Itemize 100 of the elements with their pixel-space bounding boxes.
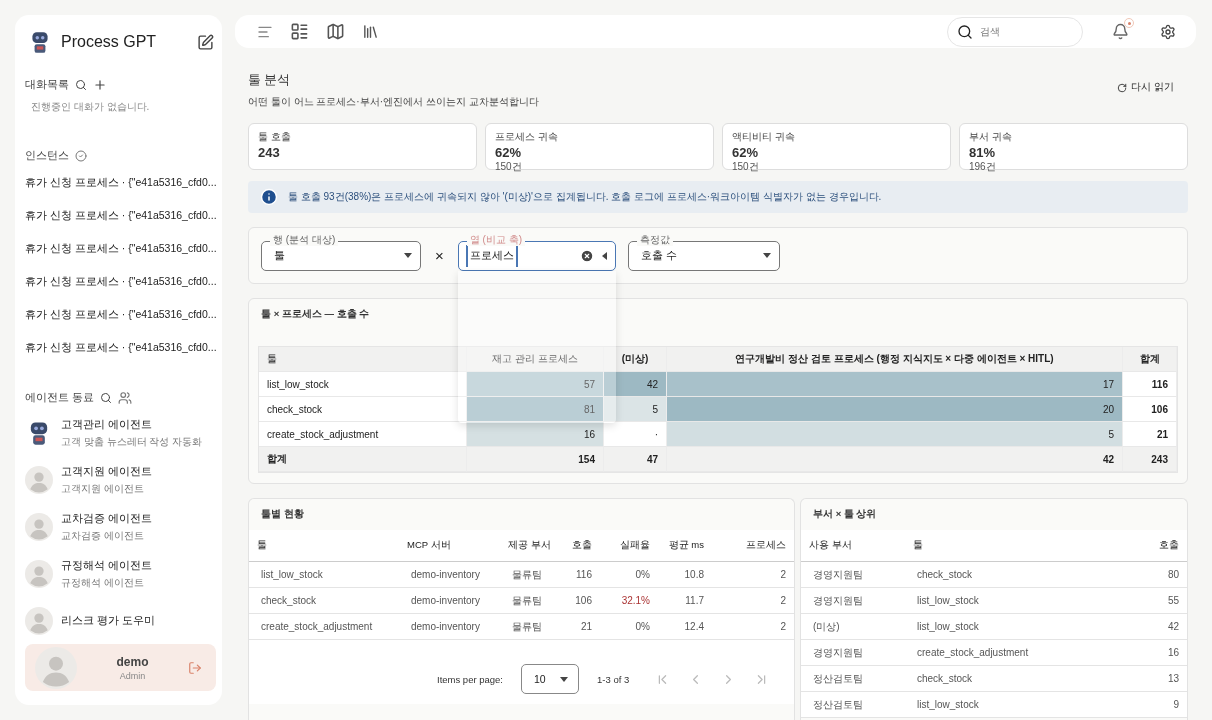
column-header: 평균 ms — [658, 530, 712, 562]
stat-count: 150건 — [732, 160, 760, 174]
instance-item[interactable]: 휴가 신청 프로세스 · {"e41a5316_cfd0... — [25, 208, 217, 222]
agent-description: 교차검증 에이전트 — [61, 528, 145, 543]
table-cell: list_low_stock — [905, 614, 1117, 640]
table-cell: demo-inventory — [399, 588, 500, 614]
pagination-label: Items per page: — [437, 673, 503, 685]
empty-message: 진행중인 대화가 없습니다. — [31, 100, 151, 114]
table-cell: 20 — [667, 397, 1123, 422]
section-title: 대화목록 — [25, 77, 69, 92]
reload-button[interactable]: 다시 읽기 — [1111, 80, 1180, 95]
table-cell: list_low_stock — [259, 372, 467, 397]
table-cell: check_stock — [259, 397, 467, 422]
table-cell: 9 — [1117, 692, 1187, 718]
column-header: 툴 — [259, 347, 467, 372]
column-header: 사용 부서 — [801, 530, 905, 562]
table-cell: 경영지원팀 — [801, 588, 905, 614]
agent-name[interactable]: 리스크 평가 도우미 — [61, 613, 156, 628]
table-cell: 물류팀 — [500, 562, 562, 588]
stat-value: 62% — [732, 145, 760, 160]
column-header: 호출 — [562, 530, 600, 562]
users-icon[interactable] — [118, 390, 133, 405]
table-cell: 32.1% — [600, 588, 658, 614]
user-role: Admin — [118, 670, 147, 681]
caret-icon — [601, 251, 607, 260]
table-cell: (미상) — [801, 614, 905, 640]
page-subtitle: 어떤 툴이 어느 프로세스·부서·엔진에서 쓰이는지 교차분석합니다 — [248, 95, 539, 109]
table-cell: 13 — [1117, 666, 1187, 692]
instance-item[interactable]: 휴가 신청 프로세스 · {"e41a5316_cfd0... — [25, 241, 217, 255]
times-symbol: × — [435, 247, 444, 264]
search-icon[interactable] — [75, 78, 87, 91]
agent-name[interactable]: 고객관리 에이전트 — [61, 416, 203, 432]
settings-icon[interactable] — [1160, 23, 1176, 40]
search-field[interactable]: 검색 — [947, 16, 1083, 47]
list-icon[interactable] — [290, 22, 309, 41]
panel-title: 툴별 현황 — [260, 507, 305, 521]
table-cell: 42 — [1117, 614, 1187, 640]
table-cell: 116 — [562, 562, 600, 588]
search-icon[interactable] — [100, 391, 113, 404]
column-header: 연구개발비 정산 검토 프로세스 (행정 지식지도 × 다중 에이전트 × HITL) — [667, 347, 1123, 372]
agent-name[interactable]: 고객지원 에이전트 — [61, 463, 153, 479]
caret-icon — [560, 676, 568, 682]
table-cell: list_low_stock — [905, 588, 1117, 614]
instance-item[interactable]: 휴가 신청 프로세스 · {"e41a5316_cfd0... — [25, 340, 217, 354]
column-header: (미상) — [604, 347, 667, 372]
table-cell: · — [604, 422, 667, 447]
clear-icon[interactable] — [579, 248, 594, 263]
table-cell: 55 — [1117, 588, 1187, 614]
table-cell: create_stock_adjustment — [259, 422, 467, 447]
table-cell: 5 — [667, 422, 1123, 447]
field-label: 열 (비교 축) — [466, 233, 525, 246]
app-name: Process GPT — [61, 33, 158, 51]
new-chat-button[interactable] — [197, 33, 214, 51]
stat-label: 부서 귀속 — [969, 130, 1013, 144]
table-cell: 2 — [712, 588, 794, 614]
instance-item[interactable]: 휴가 신청 프로세스 · {"e41a5316_cfd0... — [25, 307, 217, 321]
agent-name[interactable]: 교차검증 에이전트 — [61, 510, 153, 526]
agent-name[interactable]: 규정해석 에이전트 — [61, 557, 153, 573]
avatar-icon — [25, 512, 53, 541]
section-title: 에이전트 동료 — [25, 390, 95, 405]
info-text: 툴 호출 93건(38%)은 프로세스에 귀속되지 않아 '(미상)'으로 집계됩니다. 호출 로그에 프로세스·워크아이템 식별자가 없는 경우입니다. — [288, 190, 882, 204]
stat-value: 81% — [969, 145, 997, 160]
table-cell: check_stock — [249, 588, 399, 614]
avatar-icon — [25, 559, 53, 588]
stat-label: 액티비티 귀속 — [732, 130, 796, 144]
table-cell: 0% — [600, 562, 658, 588]
column-header: 프로세스 — [712, 530, 794, 562]
table-cell: 42 — [667, 447, 1123, 472]
table-cell: 정산검토팀 — [801, 666, 905, 692]
table-cell: 47 — [604, 447, 667, 472]
plus-icon[interactable] — [93, 77, 107, 92]
pagination-range: 1-3 of 3 — [597, 673, 630, 685]
column-header: 툴 — [905, 530, 1117, 562]
table-cell: 106 — [562, 588, 600, 614]
instance-item[interactable]: 휴가 신청 프로세스 · {"e41a5316_cfd0... — [25, 274, 217, 288]
table-cell: 21 — [1123, 422, 1177, 447]
search-icon — [957, 23, 973, 40]
column-header: 호출 — [1117, 530, 1187, 562]
table-cell: 경영지원팀 — [801, 562, 905, 588]
column-header: 재고 관리 프로세스 — [467, 347, 604, 372]
info-icon — [260, 188, 278, 206]
agent-description: 규정해석 에이전트 — [61, 575, 145, 590]
avatar-icon — [25, 606, 53, 635]
instance-item[interactable]: 휴가 신청 프로세스 · {"e41a5316_cfd0... — [25, 175, 217, 189]
panel-title: 부서 × 툴 상위 — [812, 507, 878, 521]
caret-icon — [404, 253, 412, 258]
caret-icon — [762, 253, 771, 258]
table-cell: 243 — [1123, 447, 1177, 472]
table-cell: check_stock — [905, 666, 1117, 692]
map-icon[interactable] — [326, 22, 345, 41]
library-icon[interactable] — [362, 23, 379, 40]
stat-value: 62% — [495, 145, 523, 160]
table-cell: 2 — [712, 562, 794, 588]
bell-icon[interactable] — [1112, 23, 1129, 40]
stat-label: 툴 호출 — [258, 130, 292, 144]
per-page-select[interactable]: 10 — [521, 664, 579, 694]
avatar-icon — [25, 465, 53, 494]
table-cell: 16 — [1117, 640, 1187, 666]
field-label: 측정값 — [636, 233, 673, 246]
column-header: MCP 서버 — [399, 530, 500, 562]
